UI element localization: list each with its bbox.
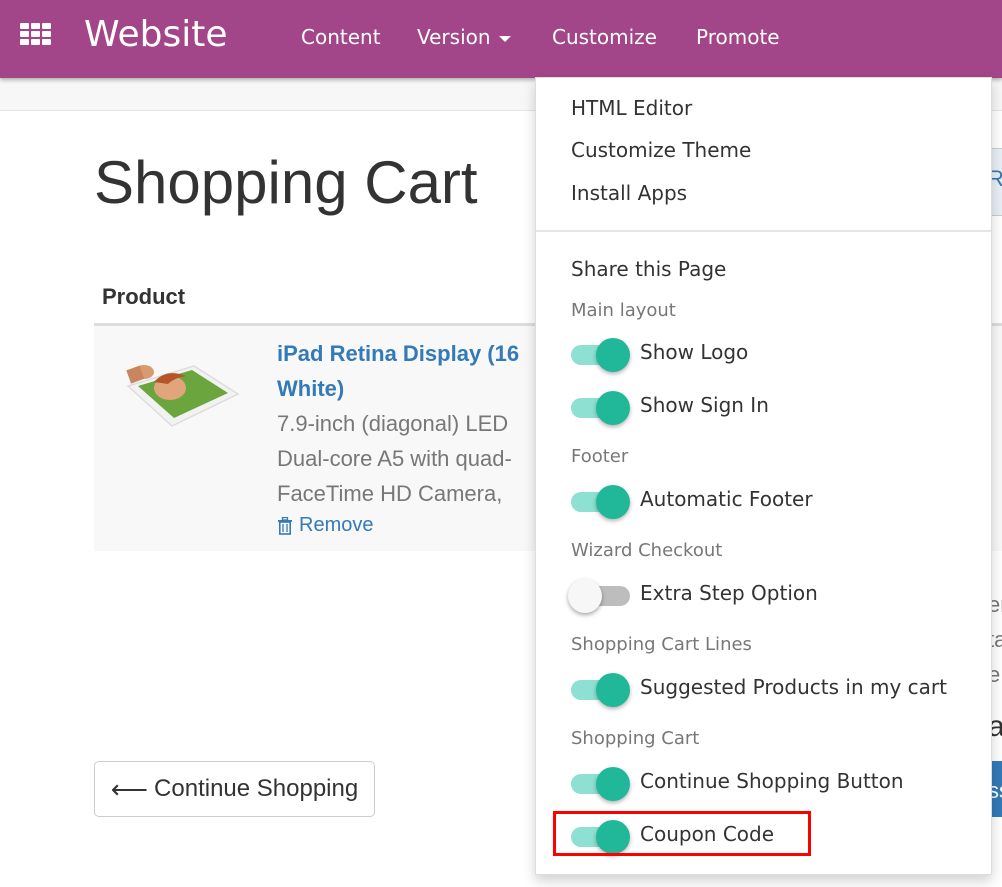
- caret-down-icon: [498, 35, 511, 42]
- page-title: Shopping Cart: [94, 149, 478, 216]
- apps-grid-icon[interactable]: [20, 23, 52, 47]
- option-suggested-products[interactable]: Suggested Products in my cart: [569, 667, 947, 707]
- product-description: 7.9-inch (diagonal) LED Dual-core A5 wit…: [277, 406, 512, 511]
- option-show-logo[interactable]: Show Logo: [569, 332, 748, 372]
- menu-divider: [536, 230, 991, 232]
- nav-promote-label: Promote: [696, 25, 780, 49]
- section-header-shopping-cart-lines: Shopping Cart Lines: [571, 634, 752, 655]
- product-image[interactable]: [124, 348, 242, 430]
- app-brand[interactable]: Website: [84, 14, 228, 55]
- customize-dropdown-menu: HTML Editor Customize Theme Install Apps…: [535, 77, 992, 875]
- menu-item-customize-theme[interactable]: Customize Theme: [571, 138, 751, 162]
- option-label: Automatic Footer: [640, 487, 813, 511]
- toggle-switch[interactable]: [569, 761, 630, 801]
- nav-content[interactable]: Content: [301, 25, 381, 49]
- highlight-annotation-box: [553, 811, 811, 856]
- product-name-link[interactable]: iPad Retina Display (16 White): [277, 336, 547, 406]
- toggle-switch[interactable]: [569, 385, 630, 425]
- section-header-footer: Footer: [571, 446, 629, 467]
- option-extra-step[interactable]: Extra Step Option: [568, 573, 818, 613]
- remove-link[interactable]: Remove: [277, 514, 373, 537]
- option-label: Extra Step Option: [640, 581, 818, 605]
- description-line: Dual-core A5 with quad-: [277, 446, 512, 471]
- menu-item-share-page[interactable]: Share this Page: [571, 257, 726, 281]
- trash-icon: [278, 516, 292, 535]
- nav-version[interactable]: Version: [417, 25, 511, 49]
- option-continue-shopping-button[interactable]: Continue Shopping Button: [569, 761, 904, 801]
- option-label: Suggested Products in my cart: [640, 675, 947, 699]
- section-header-main-layout: Main layout: [571, 300, 676, 321]
- description-line: 7.9-inch (diagonal) LED: [277, 411, 509, 436]
- nav-version-label: Version: [417, 25, 491, 49]
- section-header-wizard-checkout: Wizard Checkout: [571, 540, 723, 561]
- toggle-switch[interactable]: [569, 479, 630, 519]
- continue-shopping-button[interactable]: ⟵ Continue Shopping: [94, 761, 375, 817]
- toggle-switch[interactable]: [569, 667, 630, 707]
- section-header-shopping-cart: Shopping Cart: [571, 728, 700, 749]
- menu-item-install-apps[interactable]: Install Apps: [571, 181, 687, 205]
- table-header-product: Product: [102, 284, 186, 309]
- top-navbar: Website Content Version Customize Promot…: [0, 0, 1002, 78]
- option-label: Continue Shopping Button: [640, 769, 904, 793]
- arrow-left-icon: ⟵: [110, 773, 149, 804]
- product-name-line2: White): [277, 376, 345, 401]
- product-name-line1: iPad Retina Display (16: [277, 341, 520, 366]
- nav-content-label: Content: [301, 25, 381, 49]
- option-show-sign-in[interactable]: Show Sign In: [569, 385, 769, 425]
- toggle-switch[interactable]: [569, 332, 630, 372]
- remove-label: Remove: [299, 514, 374, 536]
- option-automatic-footer[interactable]: Automatic Footer: [569, 479, 813, 519]
- menu-item-html-editor[interactable]: HTML Editor: [571, 96, 692, 120]
- toggle-switch[interactable]: [568, 573, 630, 613]
- continue-shopping-label: Continue Shopping: [154, 775, 359, 802]
- option-label: Show Logo: [640, 340, 749, 364]
- nav-customize-label: Customize: [552, 25, 657, 49]
- nav-promote[interactable]: Promote: [696, 25, 780, 49]
- nav-customize[interactable]: Customize: [552, 25, 657, 49]
- description-line: FaceTime HD Camera,: [277, 481, 503, 506]
- option-label: Show Sign In: [640, 393, 769, 417]
